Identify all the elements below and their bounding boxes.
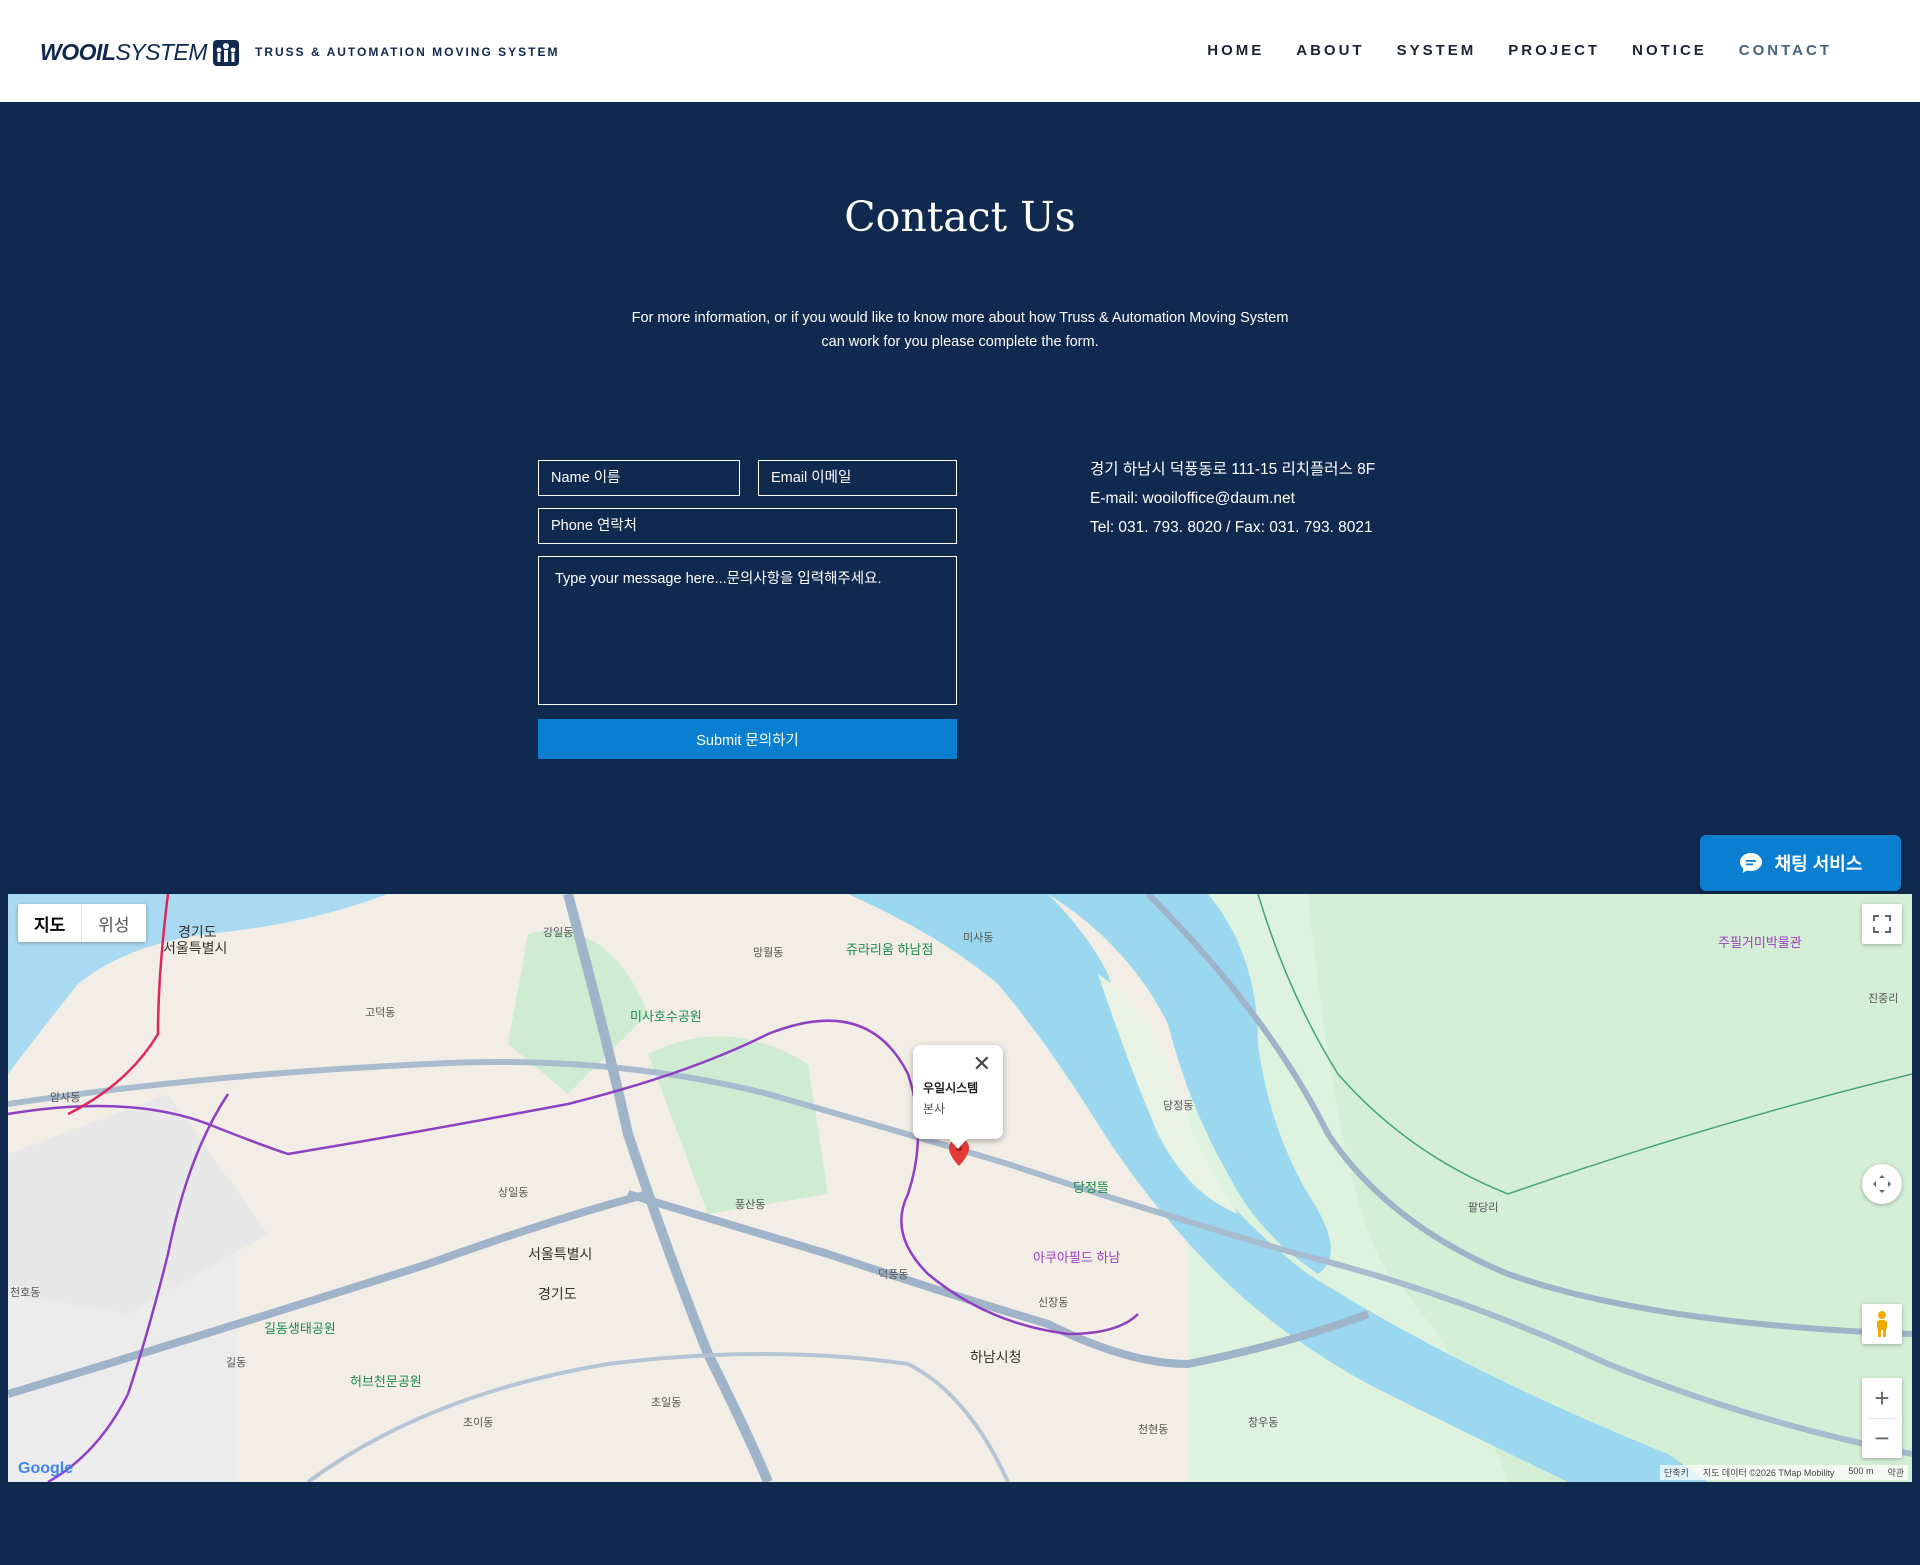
email-text: E-mail: wooiloffice@daum.net [1090, 490, 1295, 507]
camera-control-button[interactable] [1862, 1164, 1902, 1204]
map-label: 천호동 [10, 1287, 41, 1299]
intro-line-2: can work for you please complete the for… [821, 334, 1099, 350]
chat-label: 채팅 서비스 [1774, 854, 1863, 874]
map-label: 강일동 [543, 927, 574, 939]
google-logo-text: Google [18, 1460, 74, 1477]
map-type-control: 지도 위성 [18, 904, 146, 942]
nav-about[interactable]: ABOUT [1296, 42, 1364, 59]
chat-bubble-icon [1739, 853, 1762, 873]
nav-notice[interactable]: NOTICE [1632, 42, 1707, 59]
map-label: 길동생태공원 [264, 1321, 336, 1336]
map-label: 암사동 [50, 1092, 81, 1104]
map-label: 쥬라리움 하남점 [846, 942, 934, 957]
map-label: 고덕동 [365, 1007, 396, 1019]
map-info-window: ✕ 우일시스템 본사 [913, 1045, 1003, 1149]
message-textarea[interactable] [538, 556, 957, 705]
zoom-control: + − [1862, 1378, 1902, 1458]
nav-project[interactable]: PROJECT [1508, 42, 1600, 59]
map-label: 길동 [226, 1357, 247, 1369]
page-title: Contact Us [844, 193, 1076, 241]
map-label: 당정뜰 [1073, 1180, 1109, 1195]
map-label: 경기도 [538, 1286, 577, 1302]
google-map[interactable]: 지도 위성 ✕ 우일시스템 본사 경기도 서울특별시 서울특별시 경기도 미사호… [8, 894, 1912, 1482]
map-label: 진중리 [1868, 993, 1899, 1005]
pegman-icon [1877, 1311, 1887, 1337]
zoom-out-button[interactable]: − [1867, 1418, 1897, 1458]
map-type-map-button[interactable]: 지도 [18, 904, 81, 942]
submit-button[interactable]: Submit 문의하기 [538, 719, 957, 759]
terms-link[interactable]: 약관 [1887, 1466, 1904, 1479]
nav-home[interactable]: HOME [1207, 42, 1264, 59]
map-base-drawing [8, 894, 1912, 1482]
chat-service-button[interactable]: 채팅 서비스 [1700, 835, 1901, 891]
logo-tagline: TRUSS & AUTOMATION MOVING SYSTEM [255, 45, 560, 59]
zoom-in-button[interactable]: + [1874, 1378, 1889, 1418]
map-label: 미사동 [963, 932, 994, 944]
map-attribution: 단축키 지도 데이터 ©2026 TMap Mobility 500 m 약관 [1660, 1465, 1908, 1480]
map-label: 서울특별시 [163, 940, 228, 956]
fullscreen-icon [1873, 915, 1891, 933]
map-scale[interactable]: 500 m [1848, 1466, 1873, 1479]
map-label: 팔당리 [1468, 1202, 1499, 1214]
map-label: 풍산동 [735, 1199, 766, 1211]
google-logo[interactable]: Google [18, 1460, 73, 1478]
map-label: 미사호수공원 [630, 1009, 702, 1024]
site-header: WOOILSYSTEM TRUSS & AUTOMATION MOVING SY… [0, 0, 1920, 102]
keyboard-shortcuts-link[interactable]: 단축키 [1664, 1466, 1689, 1479]
nav-system[interactable]: SYSTEM [1397, 42, 1477, 59]
map-label: 창우동 [1248, 1417, 1279, 1429]
map-label: 상일동 [498, 1187, 529, 1199]
info-window-title: 우일시스템 [923, 1081, 979, 1095]
map-label: 초이동 [463, 1417, 494, 1429]
map-label: 허브천문공원 [350, 1374, 422, 1389]
main-nav: HOME ABOUT SYSTEM PROJECT NOTICE CONTACT [1207, 42, 1832, 59]
map-label: 천현동 [1138, 1424, 1169, 1436]
map-label: 하남시청 [970, 1349, 1022, 1365]
info-window-subtitle: 본사 [923, 1102, 946, 1116]
map-label: 주필거미박물관 [1718, 935, 1802, 950]
map-label: 서울특별시 [528, 1246, 593, 1262]
contact-info: 경기 하남시 덕풍동로 111-15 리치플러스 8F E-mail: wooi… [1090, 455, 1375, 542]
camera-control-icon [1873, 1175, 1891, 1193]
map-label: 초일동 [651, 1397, 682, 1409]
address-text: 경기 하남시 덕풍동로 111-15 리치플러스 8F [1090, 461, 1376, 478]
map-label: 아쿠아필드 하남 [1033, 1250, 1121, 1265]
email-input[interactable] [758, 460, 957, 496]
name-input[interactable] [538, 460, 740, 496]
tel-fax-text: Tel: 031. 793. 8020 / Fax: 031. 793. 802… [1090, 519, 1373, 536]
map-label: 신장동 [1038, 1297, 1069, 1309]
logo-emblem-icon [213, 40, 240, 66]
map-data-text: 지도 데이터 ©2026 TMap Mobility [1702, 1468, 1835, 1478]
map-label: 당정동 [1163, 1100, 1194, 1112]
phone-input[interactable] [538, 508, 957, 544]
map-label: 망월동 [753, 947, 784, 959]
pegman-button[interactable] [1862, 1304, 1902, 1344]
intro-line-1: For more information, or if you would li… [631, 310, 1289, 326]
nav-contact[interactable]: CONTACT [1739, 42, 1832, 59]
map-label: 덕풍동 [878, 1269, 909, 1281]
info-window-close-icon[interactable]: ✕ [973, 1053, 991, 1075]
site-logo[interactable]: WOOILSYSTEM TRUSS & AUTOMATION MOVING SY… [40, 36, 559, 68]
logo-wordmark: WOOILSYSTEM [40, 38, 208, 65]
map-type-satellite-button[interactable]: 위성 [81, 904, 145, 942]
intro-text: For more information, or if you would li… [600, 306, 1320, 354]
fullscreen-button[interactable] [1862, 904, 1902, 944]
